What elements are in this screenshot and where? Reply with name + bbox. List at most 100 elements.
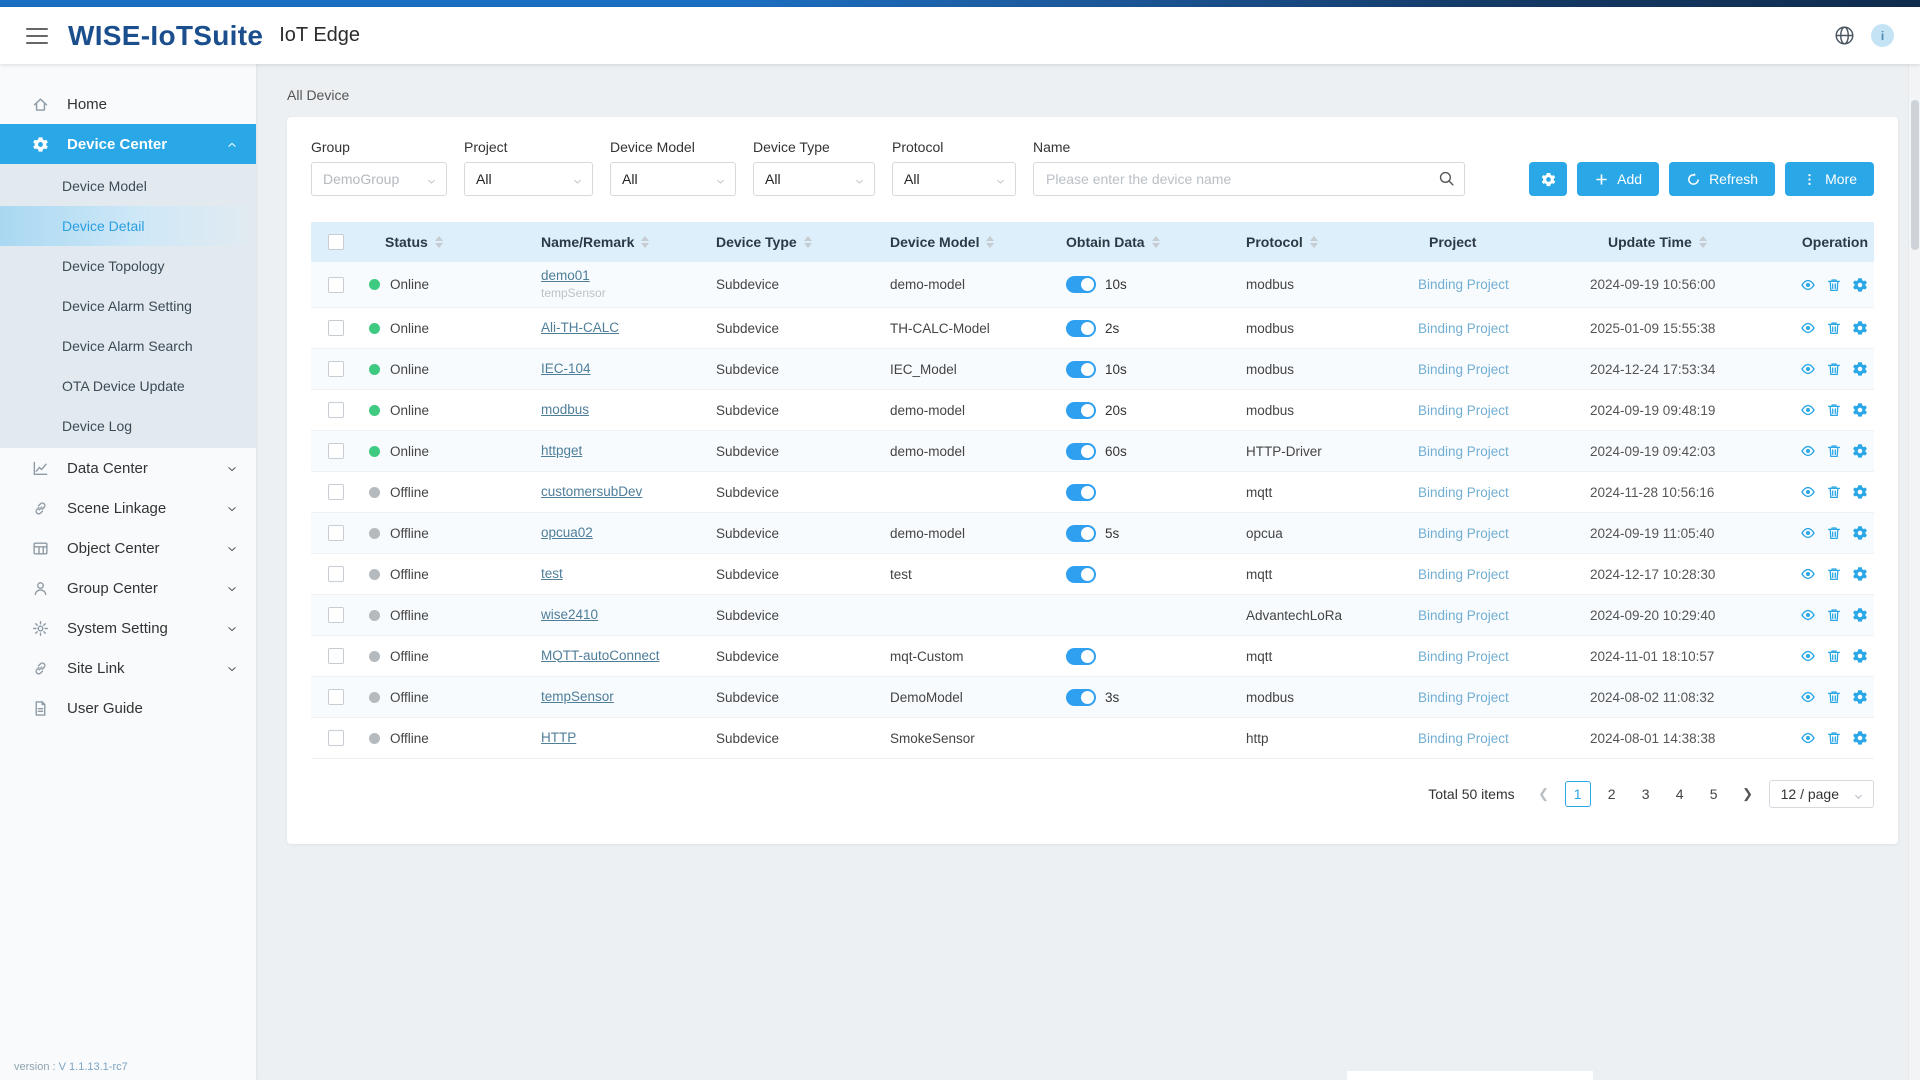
page-button-2[interactable]: 2 xyxy=(1599,781,1625,807)
sidebar-item-device-center[interactable]: Device Center xyxy=(0,124,256,164)
submenu-item-device-alarm-search[interactable]: Device Alarm Search xyxy=(0,326,256,366)
device-settings-button[interactable] xyxy=(1852,361,1868,377)
device-settings-button[interactable] xyxy=(1852,730,1868,746)
device-settings-button[interactable] xyxy=(1852,277,1868,293)
page-button-4[interactable]: 4 xyxy=(1667,781,1693,807)
device-name-link[interactable]: IEC-104 xyxy=(541,361,591,378)
view-device-button[interactable] xyxy=(1800,607,1816,623)
binding-project-link[interactable]: Binding Project xyxy=(1418,485,1509,500)
row-checkbox[interactable] xyxy=(328,320,344,336)
column-header-obtain-data[interactable]: Obtain Data xyxy=(1066,234,1246,250)
refresh-button[interactable]: Refresh xyxy=(1669,162,1775,196)
submenu-item-device-log[interactable]: Device Log xyxy=(0,406,256,446)
device-name-link[interactable]: HTTP xyxy=(541,730,576,747)
binding-project-link[interactable]: Binding Project xyxy=(1418,731,1509,746)
column-settings-button[interactable] xyxy=(1529,162,1567,196)
submenu-item-device-topology[interactable]: Device Topology xyxy=(0,246,256,286)
protocol-select[interactable]: All xyxy=(892,162,1016,196)
obtain-data-toggle[interactable] xyxy=(1066,566,1096,583)
sidebar-item-data-center[interactable]: Data Center xyxy=(0,448,256,488)
sort-carets-icon[interactable] xyxy=(986,236,994,248)
view-device-button[interactable] xyxy=(1800,443,1816,459)
device-settings-button[interactable] xyxy=(1852,689,1868,705)
page-button-3[interactable]: 3 xyxy=(1633,781,1659,807)
row-checkbox[interactable] xyxy=(328,525,344,541)
sidebar-item-system-setting[interactable]: System Setting xyxy=(0,608,256,648)
page-button-1[interactable]: 1 xyxy=(1565,781,1591,807)
language-globe-icon[interactable] xyxy=(1834,25,1855,46)
obtain-data-toggle[interactable] xyxy=(1066,402,1096,419)
binding-project-link[interactable]: Binding Project xyxy=(1418,690,1509,705)
row-checkbox[interactable] xyxy=(328,402,344,418)
submenu-item-device-detail[interactable]: Device Detail xyxy=(0,206,256,246)
sort-carets-icon[interactable] xyxy=(435,236,443,248)
device-name-link[interactable]: customersubDev xyxy=(541,484,642,501)
view-device-button[interactable] xyxy=(1800,730,1816,746)
row-checkbox[interactable] xyxy=(328,361,344,377)
select-all-checkbox[interactable] xyxy=(328,234,344,250)
device-type-select[interactable]: All xyxy=(753,162,875,196)
device-name-link[interactable]: test xyxy=(541,566,563,583)
delete-device-button[interactable] xyxy=(1826,607,1842,623)
obtain-data-toggle[interactable] xyxy=(1066,689,1096,706)
view-device-button[interactable] xyxy=(1800,277,1816,293)
row-checkbox[interactable] xyxy=(328,277,344,293)
view-device-button[interactable] xyxy=(1800,689,1816,705)
obtain-data-toggle[interactable] xyxy=(1066,320,1096,337)
sidebar-item-object-center[interactable]: Object Center xyxy=(0,528,256,568)
sort-carets-icon[interactable] xyxy=(1699,236,1707,248)
group-select[interactable]: DemoGroup xyxy=(311,162,447,196)
submenu-item-ota-device-update[interactable]: OTA Device Update xyxy=(0,366,256,406)
view-device-button[interactable] xyxy=(1800,484,1816,500)
sort-carets-icon[interactable] xyxy=(1152,236,1160,248)
submenu-item-device-alarm-setting[interactable]: Device Alarm Setting xyxy=(0,286,256,326)
sidebar-item-site-link[interactable]: Site Link xyxy=(0,648,256,688)
row-checkbox[interactable] xyxy=(328,730,344,746)
sidebar-item-scene-linkage[interactable]: Scene Linkage xyxy=(0,488,256,528)
device-model-select[interactable]: All xyxy=(610,162,736,196)
binding-project-link[interactable]: Binding Project xyxy=(1418,403,1509,418)
search-icon[interactable] xyxy=(1438,170,1455,187)
delete-device-button[interactable] xyxy=(1826,689,1842,705)
device-name-link[interactable]: MQTT-autoConnect xyxy=(541,648,660,665)
page-scrollbar[interactable] xyxy=(1908,64,1920,1080)
view-device-button[interactable] xyxy=(1800,361,1816,377)
device-name-link[interactable]: modbus xyxy=(541,402,589,419)
device-name-search-input[interactable] xyxy=(1033,162,1465,196)
add-button[interactable]: Add xyxy=(1577,162,1659,196)
obtain-data-toggle[interactable] xyxy=(1066,525,1096,542)
column-header-update-time[interactable]: Update Time xyxy=(1590,234,1800,250)
device-settings-button[interactable] xyxy=(1852,443,1868,459)
more-button[interactable]: More xyxy=(1785,162,1874,196)
binding-project-link[interactable]: Binding Project xyxy=(1418,277,1509,292)
sort-carets-icon[interactable] xyxy=(1310,236,1318,248)
delete-device-button[interactable] xyxy=(1826,277,1842,293)
prev-page-button[interactable]: ❮ xyxy=(1531,781,1557,807)
project-select[interactable]: All xyxy=(464,162,593,196)
obtain-data-toggle[interactable] xyxy=(1066,276,1096,293)
delete-device-button[interactable] xyxy=(1826,484,1842,500)
device-settings-button[interactable] xyxy=(1852,402,1868,418)
view-device-button[interactable] xyxy=(1800,320,1816,336)
obtain-data-toggle[interactable] xyxy=(1066,484,1096,501)
device-name-link[interactable]: opcua02 xyxy=(541,525,593,542)
row-checkbox[interactable] xyxy=(328,689,344,705)
column-header-device-type[interactable]: Device Type xyxy=(716,234,890,250)
binding-project-link[interactable]: Binding Project xyxy=(1418,444,1509,459)
row-checkbox[interactable] xyxy=(328,484,344,500)
binding-project-link[interactable]: Binding Project xyxy=(1418,362,1509,377)
row-checkbox[interactable] xyxy=(328,607,344,623)
device-name-link[interactable]: httpget xyxy=(541,443,582,460)
obtain-data-toggle[interactable] xyxy=(1066,648,1096,665)
sidebar-item-group-center[interactable]: Group Center xyxy=(0,568,256,608)
device-settings-button[interactable] xyxy=(1852,320,1868,336)
device-settings-button[interactable] xyxy=(1852,648,1868,664)
delete-device-button[interactable] xyxy=(1826,525,1842,541)
view-device-button[interactable] xyxy=(1800,566,1816,582)
sort-carets-icon[interactable] xyxy=(641,236,649,248)
device-settings-button[interactable] xyxy=(1852,566,1868,582)
view-device-button[interactable] xyxy=(1800,402,1816,418)
page-button-5[interactable]: 5 xyxy=(1701,781,1727,807)
view-device-button[interactable] xyxy=(1800,648,1816,664)
obtain-data-toggle[interactable] xyxy=(1066,361,1096,378)
